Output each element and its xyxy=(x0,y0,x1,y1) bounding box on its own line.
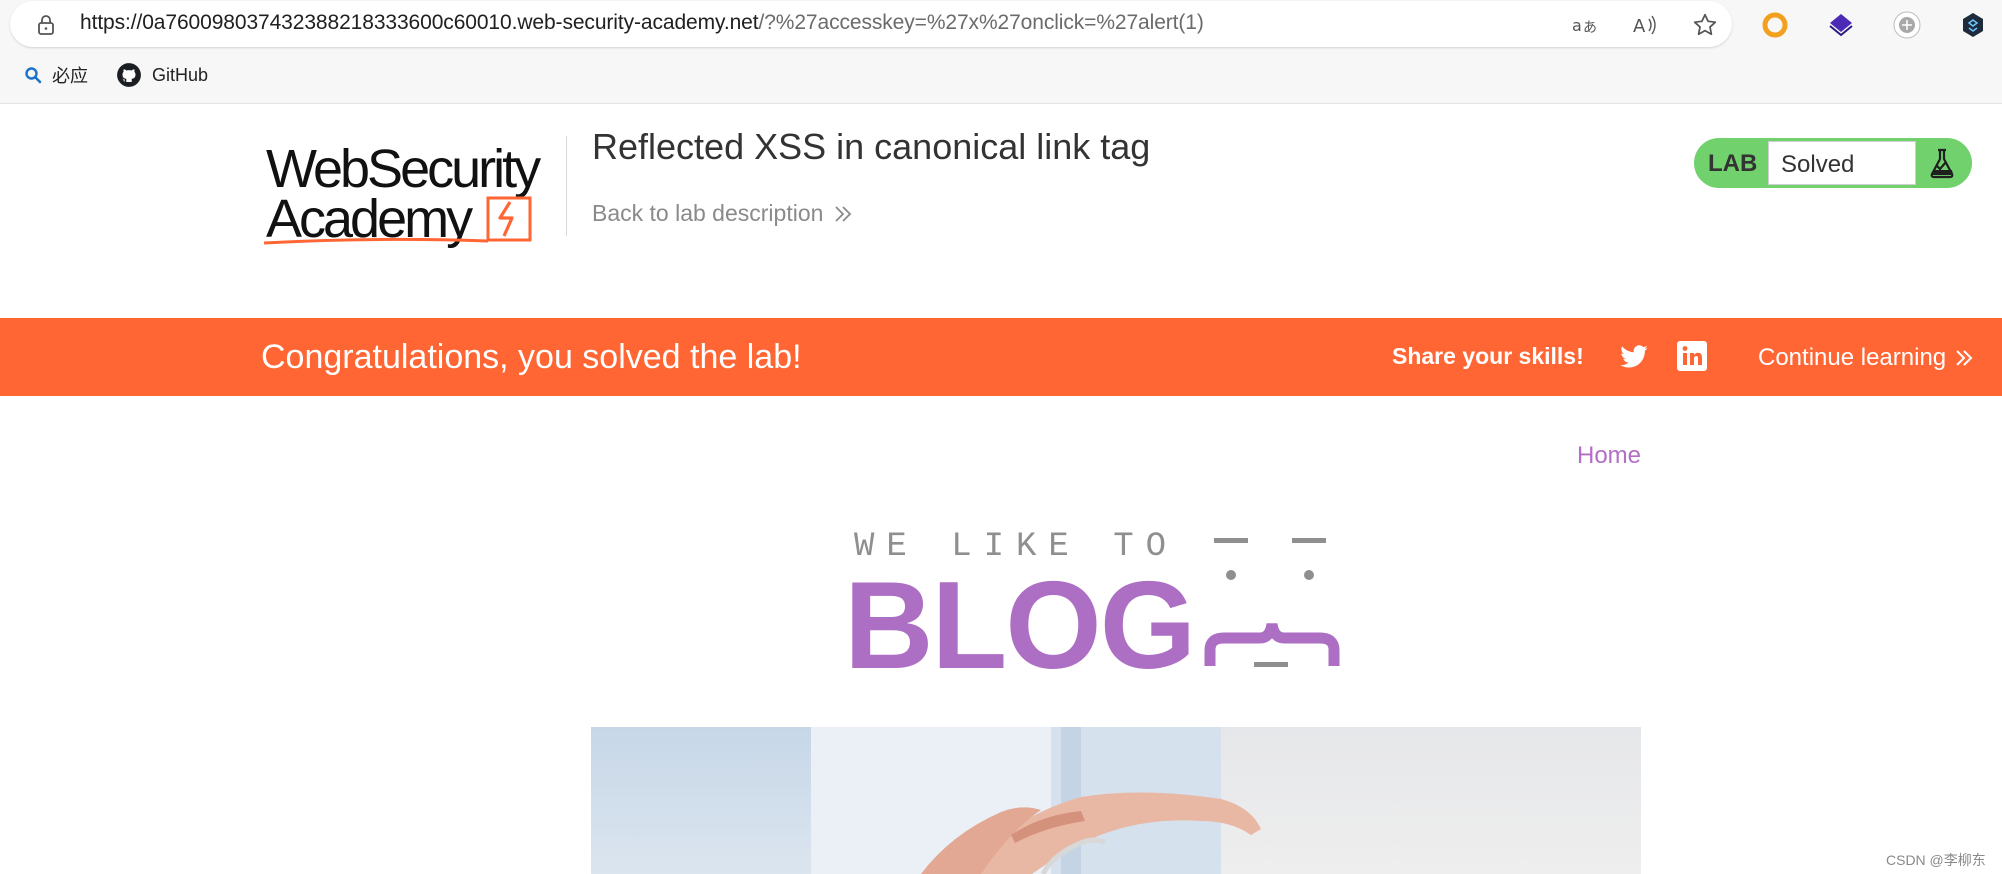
share-skills-label: Share your skills! xyxy=(1392,343,1584,369)
browser-chrome: https://0a760098037432388218333600c60010… xyxy=(0,0,2002,104)
search-icon xyxy=(25,67,42,84)
flask-check-icon xyxy=(1930,148,1954,179)
double-chevron-right-icon xyxy=(1956,350,1973,366)
header-divider xyxy=(566,136,567,236)
bookmark-label: 必应 xyxy=(52,66,88,86)
lab-label: LAB xyxy=(1708,150,1758,177)
lab-status: Solved xyxy=(1768,141,1916,185)
continue-learning-link[interactable]: Continue learning xyxy=(1758,344,1974,372)
extension-purple-layers-icon[interactable] xyxy=(1826,10,1856,40)
svg-text:あ: あ xyxy=(1583,20,1597,36)
logo-underline xyxy=(263,237,489,245)
bookmark-github[interactable]: GitHub xyxy=(116,62,208,88)
address-bar[interactable]: https://0a760098037432388218333600c60010… xyxy=(10,1,1732,47)
bookmark-label: GitHub xyxy=(152,64,209,85)
blog-face-icon xyxy=(1204,538,1340,667)
svg-text:a: a xyxy=(1572,16,1582,35)
nav-home-link[interactable]: Home xyxy=(1577,442,1641,470)
congratulations-message: Congratulations, you solved the lab! xyxy=(261,338,802,376)
bookmark-bing[interactable]: 必应 xyxy=(24,62,88,88)
blog-word: BLOG xyxy=(844,557,1196,695)
extension-hexagon-icon[interactable] xyxy=(1958,10,1988,40)
blog-logo: WE LIKE TO BLOG xyxy=(844,528,1384,688)
read-aloud-icon[interactable]: A xyxy=(1630,10,1660,40)
csdn-watermark: CSDN @李柳东 xyxy=(1886,852,1986,868)
web-security-academy-logo[interactable]: WebSecurity Academy xyxy=(262,136,562,248)
svg-text:A: A xyxy=(1633,16,1646,37)
translate-icon[interactable]: aあ xyxy=(1570,10,1600,40)
twitter-icon[interactable] xyxy=(1618,342,1650,372)
github-icon xyxy=(117,63,141,87)
bookmarks-bar: 必应 GitHub xyxy=(0,56,2002,96)
lab-status-widget: LAB Solved xyxy=(1694,138,1972,188)
lab-solved-banner: Congratulations, you solved the lab! Sha… xyxy=(0,318,2002,396)
blog-hero-image[interactable] xyxy=(591,727,1641,874)
url-path: /?%27accesskey=%27x%27onclick=%27alert(1… xyxy=(758,11,1204,34)
double-chevron-right-icon xyxy=(835,205,852,222)
url-host: https://0a760098037432388218333600c60010… xyxy=(80,11,759,34)
lab-title: Reflected XSS in canonical link tag xyxy=(592,126,1151,167)
logo-line1: WebSecurity xyxy=(266,139,541,199)
back-link-label: Back to lab description xyxy=(592,200,824,226)
lab-header: WebSecurity Academy Reflected XSS in can… xyxy=(0,104,2002,318)
linkedin-icon[interactable] xyxy=(1677,341,1707,371)
extension-grey-circle-icon[interactable] xyxy=(1892,10,1922,40)
lock-icon[interactable] xyxy=(34,13,58,37)
back-to-lab-link[interactable]: Back to lab description xyxy=(592,200,853,227)
url-text[interactable]: https://0a760098037432388218333600c60010… xyxy=(80,11,1204,35)
continue-learning-label: Continue learning xyxy=(1758,344,1947,371)
extension-orange-ring-icon[interactable] xyxy=(1760,10,1790,40)
favorite-star-icon[interactable] xyxy=(1690,10,1720,40)
